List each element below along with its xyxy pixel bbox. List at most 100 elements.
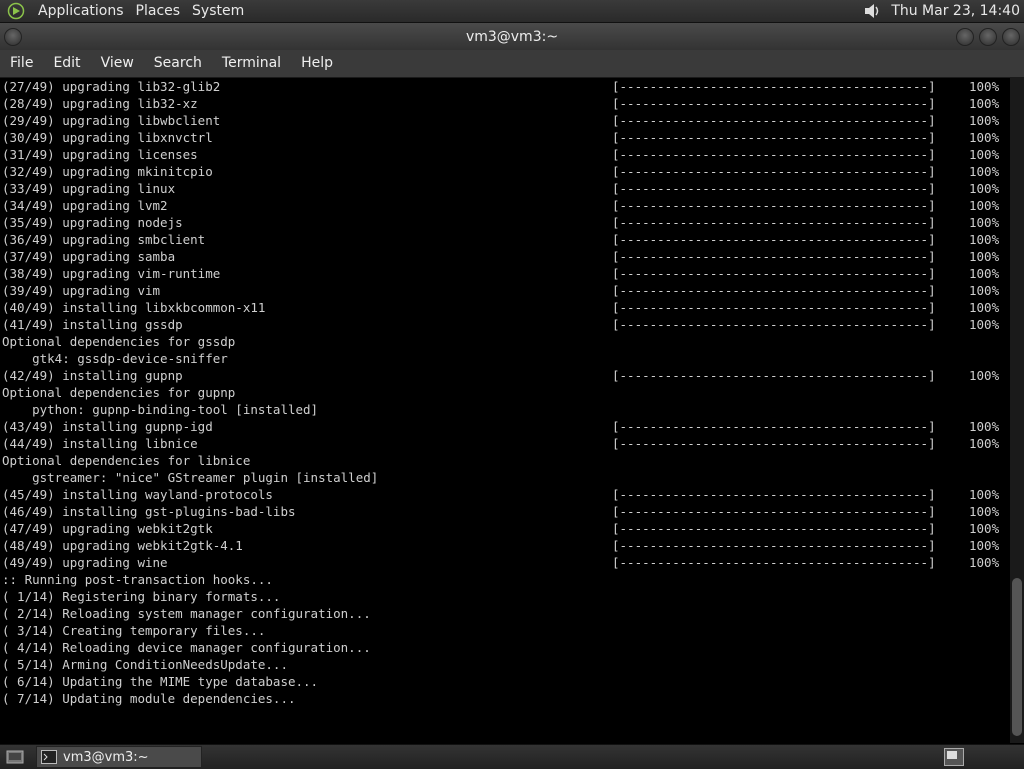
progress-percent: 100% bbox=[969, 249, 1000, 264]
terminal-line: (49/49) upgrading wine [-----------------… bbox=[0, 554, 1010, 571]
progress-bar: [---------------------------------------… bbox=[612, 215, 936, 230]
terminal-line: (46/49) installing gst-plugins-bad-libs [… bbox=[0, 503, 1010, 520]
terminal-line-text: (39/49) upgrading vim bbox=[2, 283, 161, 298]
progress-percent: 100% bbox=[969, 266, 1000, 281]
progress-percent: 100% bbox=[969, 130, 1000, 145]
terminal-line: (30/49) upgrading libxnvctrl [-----------… bbox=[0, 129, 1010, 146]
terminal-line-text: Optional dependencies for gupnp bbox=[2, 385, 236, 400]
progress-percent: 100% bbox=[969, 317, 1000, 332]
terminal-line: gstreamer: "nice" GStreamer plugin [inst… bbox=[0, 469, 1010, 486]
progress-percent: 100% bbox=[969, 198, 1000, 213]
terminal-icon bbox=[41, 750, 57, 764]
terminal-line-text: (33/49) upgrading linux bbox=[2, 181, 176, 196]
workspace-switcher-icon[interactable] bbox=[944, 748, 964, 766]
window-menu-button[interactable] bbox=[4, 28, 22, 46]
terminal-line: (44/49) installing libnice [-------------… bbox=[0, 435, 1010, 452]
terminal-line-text: (48/49) upgrading webkit2gtk-4.1 bbox=[2, 538, 243, 553]
menu-terminal[interactable]: Terminal bbox=[212, 50, 291, 77]
progress-bar: [---------------------------------------… bbox=[612, 419, 936, 434]
menu-file[interactable]: File bbox=[0, 50, 43, 77]
distro-logo-icon[interactable] bbox=[6, 1, 26, 21]
terminal-line-text: (29/49) upgrading libwbclient bbox=[2, 113, 221, 128]
progress-percent: 100% bbox=[969, 283, 1000, 298]
progress-percent: 100% bbox=[969, 147, 1000, 162]
terminal-line: (34/49) upgrading lvm2 [-----------------… bbox=[0, 197, 1010, 214]
minimize-button[interactable] bbox=[956, 28, 974, 46]
progress-bar: [---------------------------------------… bbox=[612, 436, 936, 451]
progress-percent: 100% bbox=[969, 232, 1000, 247]
terminal-line: (42/49) installing gupnp [---------------… bbox=[0, 367, 1010, 384]
terminal-line-text: (44/49) installing libnice bbox=[2, 436, 198, 451]
progress-bar: [---------------------------------------… bbox=[612, 147, 936, 162]
system-menu[interactable]: System bbox=[186, 0, 250, 22]
taskbar-terminal-button[interactable]: vm3@vm3:~ bbox=[36, 746, 202, 768]
terminal-line: ( 2/14) Reloading system manager configu… bbox=[0, 605, 1010, 622]
menu-help[interactable]: Help bbox=[291, 50, 343, 77]
progress-bar: [---------------------------------------… bbox=[612, 113, 936, 128]
terminal-line: gtk4: gssdp-device-sniffer bbox=[0, 350, 1010, 367]
taskbar-terminal-label: vm3@vm3:~ bbox=[63, 749, 149, 765]
terminal-line-text: ( 6/14) Updating the MIME type database.… bbox=[2, 674, 319, 689]
window-titlebar[interactable]: vm3@vm3:~ bbox=[0, 23, 1024, 50]
applications-menu[interactable]: Applications bbox=[32, 0, 130, 22]
progress-bar: [---------------------------------------… bbox=[612, 79, 936, 94]
menu-edit[interactable]: Edit bbox=[43, 50, 90, 77]
terminal-line: (48/49) upgrading webkit2gtk-4.1 [-------… bbox=[0, 537, 1010, 554]
progress-bar: [---------------------------------------… bbox=[612, 504, 936, 519]
terminal-line-text: (28/49) upgrading lib32-xz bbox=[2, 96, 198, 111]
maximize-button[interactable] bbox=[979, 28, 997, 46]
terminal-line-text: (35/49) upgrading nodejs bbox=[2, 215, 183, 230]
terminal-line-text: (38/49) upgrading vim-runtime bbox=[2, 266, 221, 281]
terminal-line-text: ( 7/14) Updating module dependencies... bbox=[2, 691, 296, 706]
progress-bar: [---------------------------------------… bbox=[612, 266, 936, 281]
terminal-line-text: ( 2/14) Reloading system manager configu… bbox=[2, 606, 371, 621]
progress-percent: 100% bbox=[969, 96, 1000, 111]
bottom-taskbar: vm3@vm3:~ bbox=[0, 744, 1024, 769]
terminal-line: (43/49) installing gupnp-igd [-----------… bbox=[0, 418, 1010, 435]
terminal-line-text: ( 1/14) Registering binary formats... bbox=[2, 589, 281, 604]
terminal-scrollbar[interactable] bbox=[1010, 78, 1024, 743]
terminal-line: (31/49) upgrading licenses [-------------… bbox=[0, 146, 1010, 163]
show-desktop-icon[interactable] bbox=[4, 748, 26, 766]
terminal-line: (35/49) upgrading nodejs [---------------… bbox=[0, 214, 1010, 231]
progress-bar: [---------------------------------------… bbox=[612, 538, 936, 553]
terminal-line: (28/49) upgrading lib32-xz [-------------… bbox=[0, 95, 1010, 112]
terminal-line: (41/49) installing gssdp [---------------… bbox=[0, 316, 1010, 333]
menu-view[interactable]: View bbox=[91, 50, 144, 77]
terminal-line: (38/49) upgrading vim-runtime [----------… bbox=[0, 265, 1010, 282]
terminal-line: (33/49) upgrading linux [----------------… bbox=[0, 180, 1010, 197]
terminal-line-text: ( 3/14) Creating temporary files... bbox=[2, 623, 266, 638]
terminal-line-text: ( 4/14) Reloading device manager configu… bbox=[2, 640, 371, 655]
terminal-line-text: gstreamer: "nice" GStreamer plugin [inst… bbox=[2, 470, 379, 485]
progress-bar: [---------------------------------------… bbox=[612, 232, 936, 247]
progress-percent: 100% bbox=[969, 419, 1000, 434]
terminal-output[interactable]: (27/49) upgrading lib32-glib2 [----------… bbox=[0, 78, 1010, 743]
terminal-line: (40/49) installing libxkbcommon-x11 [----… bbox=[0, 299, 1010, 316]
terminal-line-text: (45/49) installing wayland-protocols bbox=[2, 487, 273, 502]
terminal-line: Optional dependencies for libnice bbox=[0, 452, 1010, 469]
terminal-line: ( 4/14) Reloading device manager configu… bbox=[0, 639, 1010, 656]
terminal-line: (45/49) installing wayland-protocols [---… bbox=[0, 486, 1010, 503]
progress-percent: 100% bbox=[969, 368, 1000, 383]
progress-percent: 100% bbox=[969, 164, 1000, 179]
window-menubar: File Edit View Search Terminal Help bbox=[0, 50, 1024, 78]
progress-bar: [---------------------------------------… bbox=[612, 164, 936, 179]
terminal-line: Optional dependencies for gssdp bbox=[0, 333, 1010, 350]
terminal-line-text: gtk4: gssdp-device-sniffer bbox=[2, 351, 228, 366]
progress-bar: [---------------------------------------… bbox=[612, 521, 936, 536]
terminal-line-text: (32/49) upgrading mkinitcpio bbox=[2, 164, 213, 179]
clock[interactable]: Thu Mar 23, 14:40 bbox=[891, 3, 1024, 19]
top-panel: Applications Places System Thu Mar 23, 1… bbox=[0, 0, 1024, 23]
progress-percent: 100% bbox=[969, 113, 1000, 128]
places-menu[interactable]: Places bbox=[130, 0, 187, 22]
progress-percent: 100% bbox=[969, 79, 1000, 94]
window-title: vm3@vm3:~ bbox=[465, 28, 559, 45]
progress-percent: 100% bbox=[969, 300, 1000, 315]
menu-search[interactable]: Search bbox=[144, 50, 212, 77]
terminal-line-text: Optional dependencies for gssdp bbox=[2, 334, 236, 349]
close-button[interactable] bbox=[1002, 28, 1020, 46]
volume-icon[interactable] bbox=[859, 1, 885, 21]
scrollbar-thumb[interactable] bbox=[1012, 578, 1022, 736]
terminal-line: ( 5/14) Arming ConditionNeedsUpdate... bbox=[0, 656, 1010, 673]
progress-percent: 100% bbox=[969, 181, 1000, 196]
